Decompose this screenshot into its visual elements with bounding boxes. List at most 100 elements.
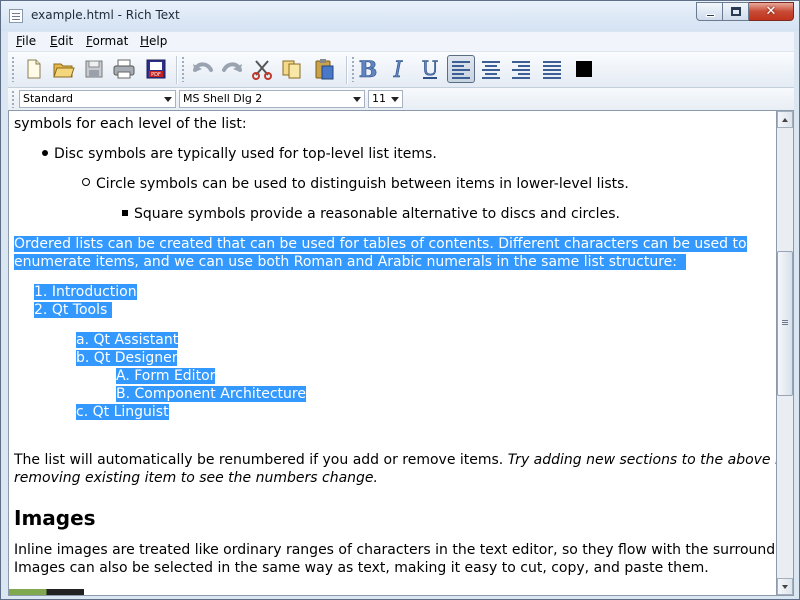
list-item-text: Disc symbols are typically used for top-…: [54, 146, 437, 162]
menu-format-label: ormat: [92, 34, 129, 48]
new-button[interactable]: [20, 55, 48, 83]
new-document-icon: [27, 59, 41, 79]
align-left-button[interactable]: [447, 55, 475, 83]
export-pdf-button[interactable]: PDF: [142, 55, 170, 83]
format-toolbar: Standard MS Shell Dlg 2 11: [8, 88, 794, 110]
scroll-down-button[interactable]: [777, 578, 793, 595]
italic-button[interactable]: I: [384, 55, 412, 83]
window-controls: ✕: [696, 2, 794, 21]
style-combo[interactable]: Standard: [19, 90, 176, 108]
list-item-text-content: Qt Tools: [51, 302, 108, 318]
paste-icon: [315, 59, 334, 80]
selected-text: Ordered lists can be created that can be…: [14, 236, 747, 252]
text-color-button[interactable]: [570, 55, 598, 83]
paragraph-text-italic: Try adding new sections to the above lis…: [507, 452, 776, 468]
underline-button[interactable]: U: [416, 55, 444, 83]
menu-edit-mnemonic: E: [50, 34, 58, 48]
list-item-text: Qt Assistant: [93, 332, 179, 348]
menu-edit[interactable]: Edit: [50, 34, 73, 48]
scroll-up-button[interactable]: [777, 111, 793, 128]
open-button[interactable]: [50, 55, 78, 83]
menu-help-label: elp: [149, 34, 168, 48]
export-pdf-icon: PDF: [146, 59, 166, 79]
bold-icon: B: [358, 57, 377, 81]
chevron-down-icon: [353, 97, 361, 102]
open-folder-icon: [53, 63, 75, 78]
app-icon: [9, 9, 23, 23]
justify-icon: [543, 61, 561, 79]
bold-button[interactable]: B: [354, 55, 382, 83]
list-number: B.: [116, 386, 131, 402]
font-size-combo-value: 11: [372, 92, 386, 105]
color-swatch-icon: [576, 61, 592, 77]
list-item-text: Form Editor: [134, 368, 216, 384]
toolbar-grip[interactable]: [181, 56, 185, 82]
list-item-text: Qt Linguist: [92, 404, 169, 420]
cut-button[interactable]: [248, 55, 276, 83]
scroll-thumb[interactable]: [777, 251, 793, 396]
print-button[interactable]: [110, 55, 138, 83]
paragraph-text: removing existing item to see the number…: [14, 470, 378, 486]
svg-text:PDF: PDF: [151, 72, 161, 78]
selected-paragraph: enumerate items, and we can use both Rom…: [14, 253, 686, 271]
align-left-icon: [452, 61, 470, 79]
list-number: 1.: [34, 284, 48, 300]
undo-button[interactable]: [189, 55, 217, 83]
svg-text:U: U: [422, 57, 439, 80]
list-number: b.: [76, 350, 90, 366]
list-item-text: Qt Tools: [51, 302, 112, 318]
list-item-text: Introduction: [51, 284, 137, 300]
section-heading: Images: [14, 506, 96, 530]
vertical-scrollbar[interactable]: [777, 110, 794, 596]
save-button[interactable]: [80, 55, 108, 83]
toolbar-grip[interactable]: [11, 90, 15, 108]
minimize-button[interactable]: [696, 2, 723, 21]
close-button[interactable]: ✕: [749, 2, 794, 21]
chevron-down-icon: [391, 97, 399, 102]
scissors-icon: [252, 60, 272, 80]
text-editor[interactable]: symbols for each level of the list: Disc…: [8, 110, 777, 596]
chevron-down-icon: [164, 97, 172, 102]
font-combo[interactable]: MS Shell Dlg 2: [179, 90, 365, 108]
undo-icon: [193, 62, 213, 72]
list-number: a.: [76, 332, 90, 348]
selected-text-content: enumerate items, and we can use both Rom…: [14, 254, 677, 270]
maximize-button[interactable]: [723, 2, 749, 21]
paste-button[interactable]: [310, 55, 338, 83]
list-number: 2.: [34, 302, 48, 318]
toolbar-separator: [176, 56, 177, 84]
list-item: c. Qt Linguist: [76, 403, 169, 421]
svg-text:I: I: [393, 58, 404, 81]
list-item: b. Qt Designer: [76, 349, 178, 367]
close-icon: ✕: [765, 4, 777, 19]
list-item: 1. Introduction: [34, 283, 137, 301]
underline-icon: U: [421, 57, 439, 80]
font-combo-value: MS Shell Dlg 2: [183, 92, 263, 105]
inline-image[interactable]: [9, 589, 84, 595]
align-right-button[interactable]: [507, 55, 535, 83]
style-combo-value: Standard: [23, 92, 74, 105]
align-center-button[interactable]: [477, 55, 505, 83]
list-number: c.: [76, 404, 89, 420]
list-item-text: Square symbols provide a reasonable alte…: [134, 206, 620, 222]
font-size-combo[interactable]: 11: [368, 90, 403, 108]
paragraph-text: Inline images are treated like ordinary …: [14, 542, 777, 558]
copy-button[interactable]: [278, 55, 306, 83]
align-right-icon: [512, 61, 530, 79]
paragraph-text: The list will automatically be renumbere…: [14, 451, 776, 469]
maximize-icon: [731, 7, 741, 16]
redo-button[interactable]: [218, 55, 246, 83]
selected-paragraph: Ordered lists can be created that can be…: [14, 235, 747, 253]
paragraph-text-plain: The list will automatically be renumbere…: [14, 452, 504, 468]
toolbar-separator: [346, 56, 347, 84]
justify-button[interactable]: [538, 55, 566, 83]
title-bar[interactable]: example.html - Rich Text ✕: [1, 1, 799, 31]
toolbar: PDF B I U: [8, 52, 794, 88]
menu-file[interactable]: File: [16, 34, 36, 48]
menu-help[interactable]: Help: [140, 34, 167, 48]
menu-file-label: ile: [22, 34, 37, 48]
list-item: B. Component Architecture: [116, 385, 306, 403]
menu-format[interactable]: Format: [86, 34, 128, 48]
toolbar-grip[interactable]: [11, 56, 15, 82]
align-center-icon: [482, 61, 500, 79]
